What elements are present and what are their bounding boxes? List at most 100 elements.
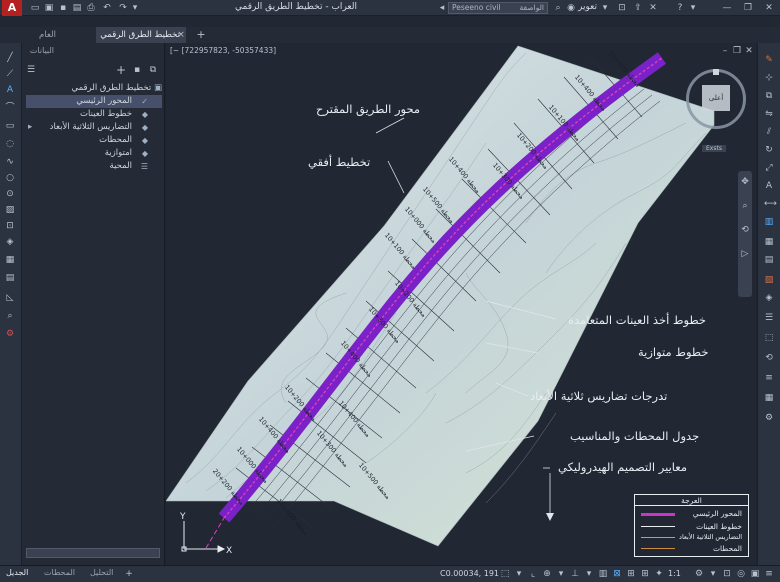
lineweight-icon[interactable]: ▥ bbox=[598, 569, 608, 579]
redo-icon[interactable]: ↷ bbox=[118, 3, 128, 13]
cart-icon[interactable]: ⊡ bbox=[617, 3, 627, 13]
showmotion-icon[interactable]: ▷ bbox=[740, 249, 750, 259]
annotation-scale[interactable]: 1:1 bbox=[668, 569, 681, 578]
grid-icon[interactable]: ▦ bbox=[764, 393, 774, 403]
table-icon[interactable]: ▤ bbox=[5, 273, 15, 283]
dropdown-icon[interactable]: ▾ bbox=[708, 569, 718, 579]
add-tab-icon[interactable]: + bbox=[196, 29, 206, 40]
hardware-icon[interactable]: ▣ bbox=[750, 569, 760, 579]
graph-icon[interactable]: ▧ bbox=[764, 275, 774, 285]
save-as-icon[interactable]: ▤ bbox=[72, 3, 82, 13]
tree-item-parallel[interactable]: ◆ امتوازية bbox=[26, 147, 162, 160]
tab-home[interactable]: العام bbox=[0, 27, 95, 43]
layout-tab-model[interactable]: الجديل bbox=[6, 568, 28, 577]
workspace-icon[interactable]: ⊞ bbox=[640, 569, 650, 579]
selection-icon[interactable]: ⊠ bbox=[612, 569, 622, 579]
settings-icon[interactable]: ⚙ bbox=[694, 569, 704, 579]
match-icon[interactable]: ⟲ bbox=[764, 353, 774, 363]
new-file-icon[interactable]: ▭ bbox=[30, 3, 40, 13]
dropdown-icon[interactable]: ◂ bbox=[437, 3, 447, 13]
dropdown-icon[interactable]: ▾ bbox=[130, 3, 140, 13]
help-icon[interactable]: ? bbox=[675, 3, 685, 13]
cube-icon[interactable]: ⬚ bbox=[764, 333, 774, 343]
properties-icon[interactable]: ☰ bbox=[764, 313, 774, 323]
add-layout-icon[interactable]: + bbox=[124, 569, 134, 579]
view-mode-label[interactable]: Exsts bbox=[702, 145, 726, 152]
chart-icon[interactable]: ▥ bbox=[764, 217, 774, 227]
tab-drawing[interactable]: تخطيط الطرق الرقمي bbox=[96, 27, 186, 43]
search-input[interactable]: Peseeno civil الواصفة bbox=[448, 2, 548, 14]
orbit-icon[interactable]: ⟲ bbox=[740, 225, 750, 235]
text-icon[interactable]: A bbox=[5, 85, 15, 95]
model-space-icon[interactable]: ⬚ bbox=[500, 569, 510, 579]
close-icon[interactable]: ✕ bbox=[764, 3, 774, 13]
list-icon[interactable]: ≡ bbox=[764, 373, 774, 383]
drawing-canvas[interactable]: [~ [722957823, -50357433] – ❐ ✕ Y X 10+0… bbox=[166, 43, 756, 565]
layers-icon[interactable]: ◈ bbox=[5, 237, 15, 247]
polar-icon[interactable]: ▾ bbox=[556, 569, 566, 579]
dropdown-icon[interactable]: ▾ bbox=[688, 3, 698, 13]
print-icon[interactable]: ⎙ bbox=[86, 3, 96, 13]
settings-icon[interactable]: ⚙ bbox=[5, 329, 15, 339]
undo-icon[interactable]: ↶ bbox=[102, 3, 112, 13]
block-icon[interactable]: ▦ bbox=[5, 255, 15, 265]
exchange-icon[interactable]: ✕ bbox=[648, 3, 658, 13]
units-icon[interactable]: ✦ bbox=[654, 569, 664, 579]
zoom-icon[interactable]: ⌕ bbox=[5, 311, 15, 321]
hatch-icon[interactable]: ▨ bbox=[5, 205, 15, 215]
dropdown-icon[interactable]: ▾ bbox=[600, 3, 610, 13]
close-icon[interactable]: × bbox=[176, 30, 186, 40]
open-file-icon[interactable]: ▣ bbox=[44, 3, 54, 13]
circle-icon[interactable]: ○ bbox=[5, 173, 15, 183]
tree-root[interactable]: ▣ تخطيط الطرق الرقمي bbox=[26, 82, 162, 95]
user-icon[interactable]: ◉ bbox=[566, 3, 576, 13]
user-name[interactable]: تعوير bbox=[578, 2, 597, 12]
save-icon[interactable]: ▪ bbox=[58, 3, 68, 13]
table-icon[interactable]: ▤ bbox=[764, 255, 774, 265]
ortho-icon[interactable]: ⊕ bbox=[542, 569, 552, 579]
tree-item-3d-terrain[interactable]: ◆ التضاريس الثلاثية الأبعاد ▸ bbox=[26, 121, 162, 134]
offset-icon[interactable]: ⫽ bbox=[764, 127, 774, 137]
navigation-bar[interactable]: ✥ ⌕ ⟲ ▷ bbox=[738, 171, 752, 297]
tree-item-sample-lines[interactable]: ◆ خطوط العينات bbox=[26, 108, 162, 121]
arc-icon[interactable]: ⌒ bbox=[5, 103, 15, 113]
rotate-icon[interactable]: ↻ bbox=[764, 145, 774, 155]
block-icon[interactable]: ▦ bbox=[764, 237, 774, 247]
viewcube-face[interactable]: أعلى bbox=[702, 85, 730, 111]
settings-icon[interactable]: ☰ bbox=[26, 65, 36, 75]
layers-icon[interactable]: ◈ bbox=[764, 293, 774, 303]
otrack-icon[interactable]: ▾ bbox=[584, 569, 594, 579]
polyline-icon[interactable]: ⟋ bbox=[5, 69, 15, 79]
tree-item-grid[interactable]: ☰ المحية bbox=[26, 160, 162, 173]
tree-item-main-axis[interactable]: ✓ المحور الرئيسي bbox=[26, 95, 162, 108]
rectangle-icon[interactable]: ▭ bbox=[5, 121, 15, 131]
layout-tab-analysis[interactable]: التحليل bbox=[90, 568, 113, 577]
mirror-icon[interactable]: ⇋ bbox=[764, 109, 774, 119]
tree-item-stations[interactable]: ◆ المحطات bbox=[26, 134, 162, 147]
horizontal-scrollbar[interactable] bbox=[26, 548, 160, 558]
gear-icon[interactable]: ⚙ bbox=[764, 413, 774, 423]
zoom-icon[interactable]: ⌕ bbox=[740, 201, 750, 211]
osnap-icon[interactable]: ⊥ bbox=[570, 569, 580, 579]
move-icon[interactable]: ⊡ bbox=[5, 221, 15, 231]
snap-icon[interactable]: ⌞ bbox=[528, 569, 538, 579]
minimize-icon[interactable]: — bbox=[722, 3, 732, 13]
circle-dotted-icon[interactable]: ◌ bbox=[5, 139, 15, 149]
point-icon[interactable]: ⊙ bbox=[5, 189, 15, 199]
share-icon[interactable]: ⇪ bbox=[633, 3, 643, 13]
viewcube[interactable]: أعلى bbox=[686, 69, 746, 129]
dimension-icon[interactable]: ⟷ bbox=[764, 199, 777, 209]
add-icon[interactable]: + bbox=[116, 64, 126, 76]
expand-icon[interactable]: ▸ bbox=[28, 121, 32, 134]
scale-icon[interactable]: ⤢ bbox=[764, 163, 774, 173]
curve-icon[interactable]: ∿ bbox=[5, 157, 15, 167]
annotation-icon[interactable]: ⊞ bbox=[626, 569, 636, 579]
pan-icon[interactable]: ✥ bbox=[740, 177, 750, 187]
customize-icon[interactable]: ≡ bbox=[764, 569, 774, 579]
copy-icon[interactable]: ⧉ bbox=[764, 91, 774, 101]
chart-icon[interactable]: ◺ bbox=[5, 293, 15, 303]
text-icon[interactable]: A bbox=[764, 181, 774, 191]
app-menu-button[interactable]: A bbox=[2, 0, 22, 16]
search-icon[interactable]: ⌕ bbox=[553, 3, 563, 13]
grid-icon[interactable]: ▾ bbox=[514, 569, 524, 579]
